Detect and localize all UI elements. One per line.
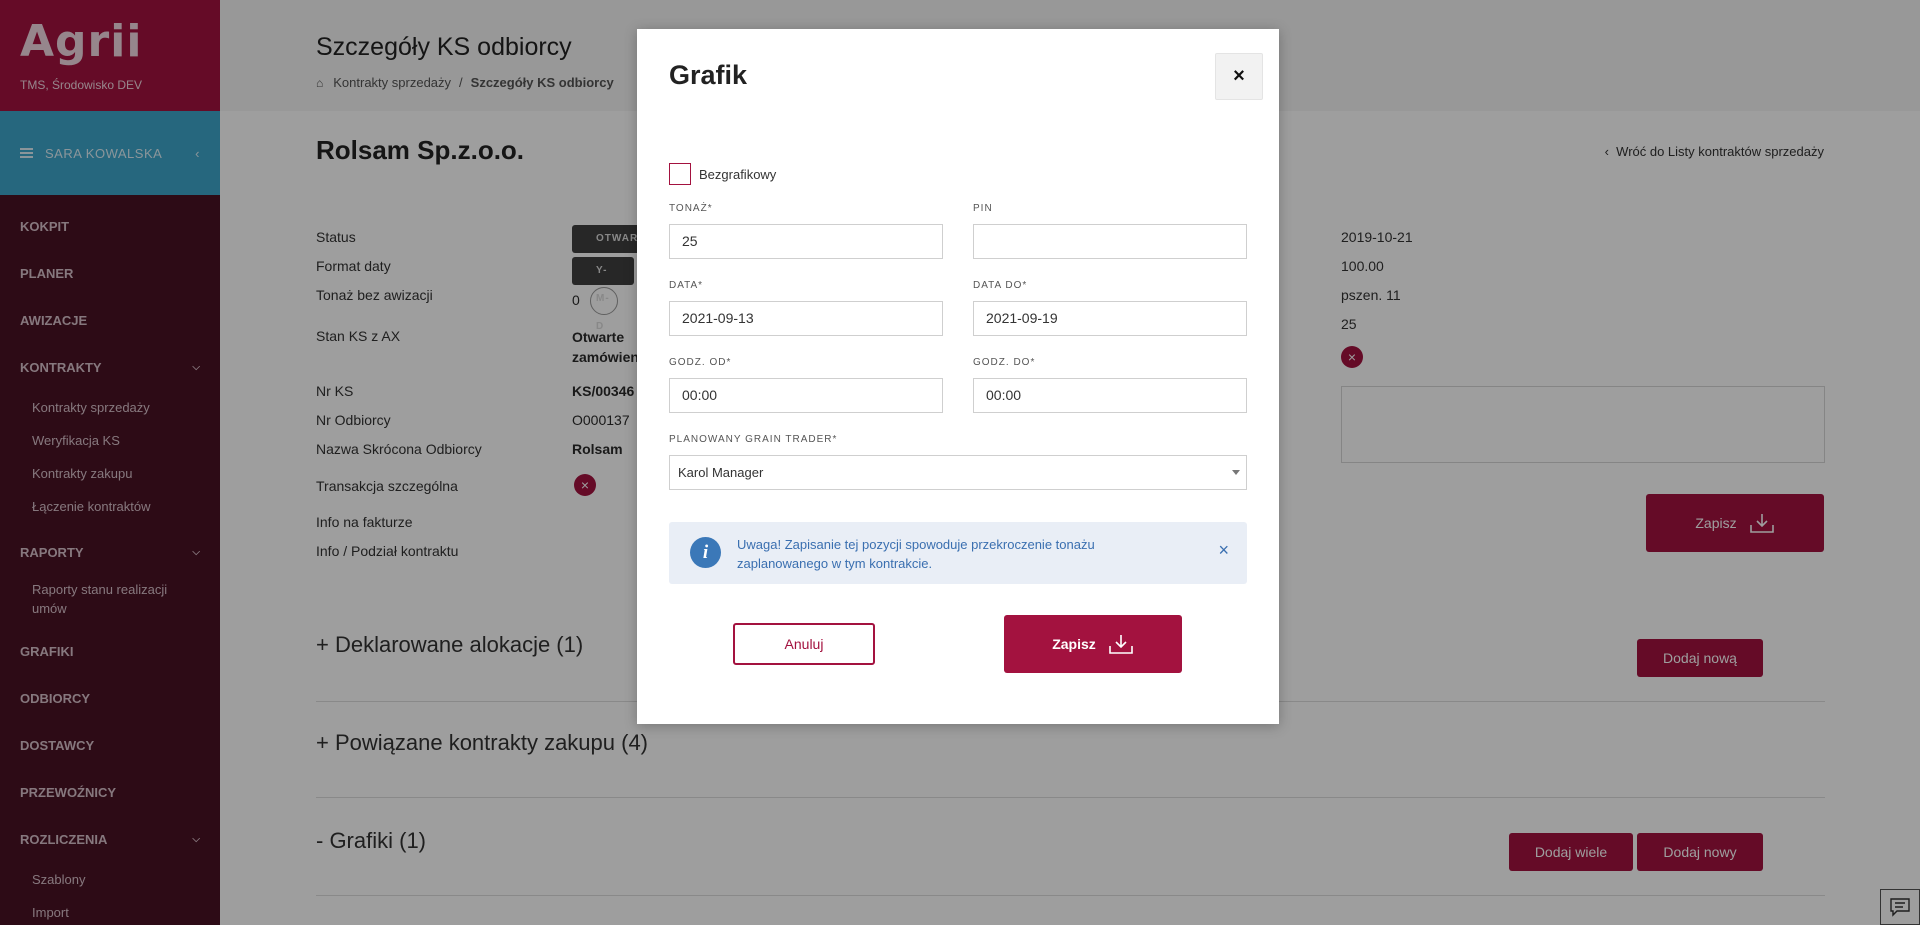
- warning-alert: i Uwaga! Zapisanie tej pozycji spowoduje…: [669, 522, 1247, 584]
- godz-do-label: GODZ. DO*: [973, 357, 1036, 368]
- trader-label: PLANOWANY GRAIN TRADER*: [669, 434, 838, 445]
- modal-title: Grafik: [669, 60, 748, 90]
- data-do-label: DATA DO*: [973, 280, 1028, 291]
- time-to-input[interactable]: 00:00: [973, 378, 1247, 413]
- bezgrafikowy-checkbox[interactable]: [669, 163, 691, 185]
- pin-label: PIN: [973, 203, 993, 214]
- trader-select-value: Karol Manager: [678, 465, 764, 480]
- save-button[interactable]: Zapisz: [1004, 615, 1182, 673]
- tonaz-input[interactable]: 25: [669, 224, 943, 259]
- alert-close-icon[interactable]: ×: [1218, 540, 1229, 561]
- schedule-modal: Grafik × Bezgrafikowy TONAŻ* 25 PIN DATA…: [637, 29, 1279, 724]
- date-to-input[interactable]: 2021-09-19: [973, 301, 1247, 336]
- time-from-input[interactable]: 00:00: [669, 378, 943, 413]
- bezgrafikowy-row[interactable]: Bezgrafikowy: [669, 163, 776, 185]
- save-button-label: Zapisz: [1052, 636, 1096, 652]
- caret-down-icon: [1232, 470, 1240, 475]
- info-icon: i: [690, 537, 721, 568]
- data-label: DATA*: [669, 280, 704, 291]
- date-from-input[interactable]: 2021-09-13: [669, 301, 943, 336]
- close-button[interactable]: ×: [1215, 53, 1263, 100]
- trader-select[interactable]: Karol Manager: [669, 455, 1247, 490]
- pin-input[interactable]: [973, 224, 1247, 259]
- bezgrafikowy-label: Bezgrafikowy: [699, 166, 777, 182]
- tonaz-label: TONAŻ*: [669, 203, 713, 214]
- download-icon: [1108, 635, 1133, 654]
- cancel-button[interactable]: Anuluj: [733, 623, 875, 665]
- godz-od-label: GODZ. OD*: [669, 357, 732, 368]
- alert-message: Uwaga! Zapisanie tej pozycji spowoduje p…: [737, 537, 1095, 571]
